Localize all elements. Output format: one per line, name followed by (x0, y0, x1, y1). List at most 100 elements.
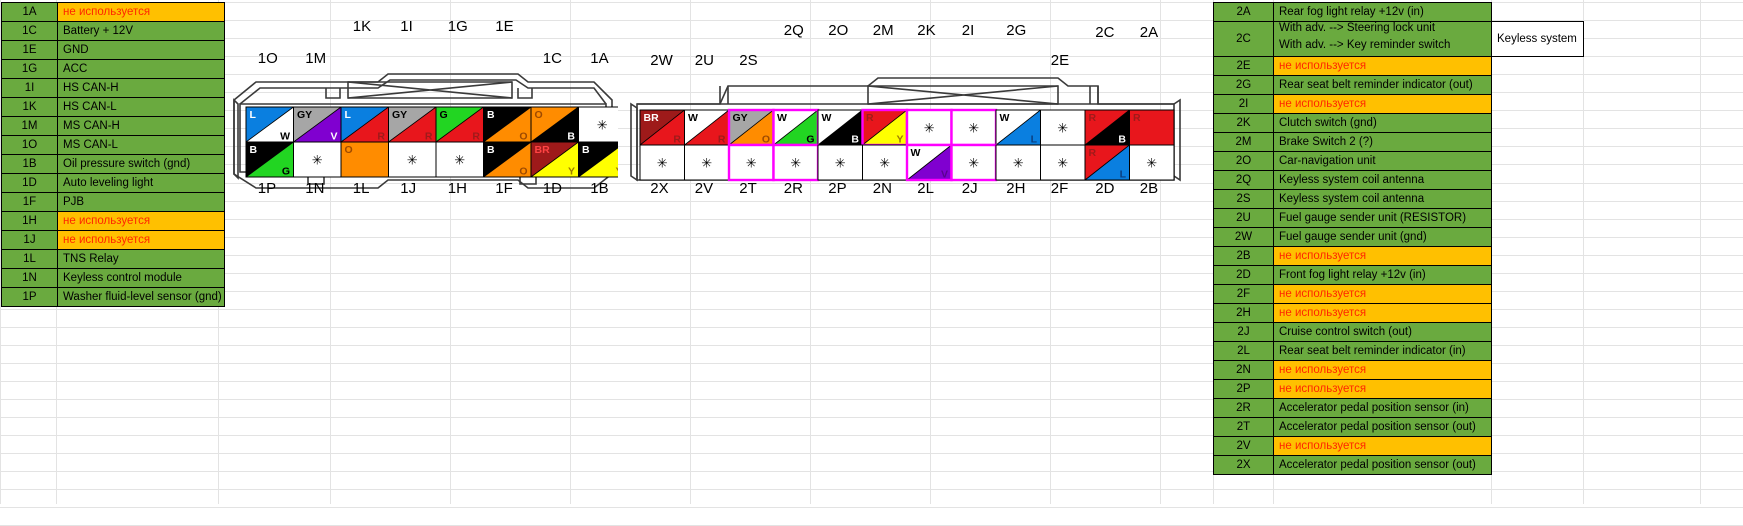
connector-bottom-pin-label: 2F (1050, 180, 1069, 197)
pin-description-cell: Cruise control switch (out) (1273, 322, 1492, 342)
pin-wire-main-code: R (1089, 147, 1097, 159)
pin-description-cell: HS CAN-L (57, 97, 225, 117)
table-row: 2N не используется (1213, 360, 1584, 380)
pin-unused-cell: не используется (1273, 246, 1492, 266)
connector-bottom-pin-label: 1H (447, 180, 467, 197)
pin-mark-asterisk: ✳ (597, 118, 608, 133)
pin-cell-1K: LR (340, 106, 389, 143)
pin-mark-asterisk: ✳ (701, 156, 712, 171)
pin-code-cell: 2J (1213, 322, 1274, 342)
pin-wire-secondary-code: V (941, 169, 948, 181)
pin-cell-2S: GY O (727, 108, 775, 147)
table-row: 2F не используется (1213, 284, 1584, 304)
pin-cell-1E: BO (483, 106, 532, 143)
pin-cell-1P: BG (245, 141, 294, 178)
connector-bottom-pin-label: 2T (739, 180, 757, 197)
table-row: 2E не используется (1213, 56, 1584, 76)
pin-code-cell: 2T (1213, 417, 1274, 437)
connector-top-pin-label: 2C (1095, 24, 1115, 41)
pin-cell-2E: ✳ (1040, 109, 1086, 146)
table-row: 1G ACC (1, 59, 225, 79)
pin-code-cell: 1A (1, 2, 58, 22)
pin-unused-cell: не используется (1273, 303, 1492, 323)
left-pin-table: 1A не используется 1C Battery + 12V 1E GND 1G A… (1, 2, 225, 307)
connector-bottom-pin-label: 2L (917, 180, 934, 197)
pin-mark-asterisk: ✳ (1057, 121, 1068, 136)
table-row: 2R Accelerator pedal position sensor (in) (1213, 398, 1584, 418)
pin-wire-secondary-code: G (806, 134, 814, 146)
pin-code-cell: 2F (1213, 284, 1274, 304)
pin-mark-asterisk: ✳ (879, 156, 890, 171)
pin-code-cell: 1H (1, 211, 58, 231)
pin-cell-2R: ✳ (772, 143, 820, 182)
pin-mark-asterisk: ✳ (657, 156, 668, 171)
pin-wire-main-code: GY (392, 109, 407, 121)
pin-wire-main-code: R (1089, 112, 1097, 124)
table-row: 2J Cruise control switch (out) (1213, 322, 1584, 342)
pin-code-cell: 2B (1213, 246, 1274, 266)
pin-wire-secondary-code: B (851, 134, 859, 146)
table-row: 1E GND (1, 40, 225, 60)
table-row: 2D Front fog light relay +12v (in) (1213, 265, 1584, 285)
pin-cell-1A: ✳ (578, 106, 618, 143)
pin-wire-main-code: W (1000, 112, 1010, 124)
pin-description-cell: Rear seat belt reminder indicator (out) (1273, 75, 1492, 95)
table-row: 2P не используется (1213, 379, 1584, 399)
pin-unused-cell: не используется (1273, 436, 1492, 456)
connector-top-pin-label: 1I (400, 18, 413, 35)
pin-cell-2V: ✳ (684, 144, 730, 181)
pin-code-cell: 2O (1213, 151, 1274, 171)
pin-unused-cell: не используется (57, 2, 225, 22)
pin-wire-secondary-code: R (472, 131, 480, 143)
pin-code-cell: 1N (1, 268, 58, 288)
table-row: 1M MS CAN-H (1, 116, 225, 136)
table-row: 2X Accelerator pedal position sensor (out… (1213, 455, 1584, 475)
pin-code-cell: 2E (1213, 56, 1274, 76)
pin-cell-2D: RL (1084, 144, 1130, 181)
table-row: 1A не используется (1, 2, 225, 22)
connector-bottom-pin-label: 2B (1139, 180, 1159, 197)
table-row: 2S Keyless system coil antenna (1213, 189, 1584, 209)
pin-cell-2N: ✳ (862, 144, 908, 181)
pin-wire-secondary-code: Y (896, 134, 903, 146)
pin-code-cell: 2H (1213, 303, 1274, 323)
right-pin-table-body: 2A Rear fog light relay +12v (in) 2C With a… (1213, 2, 1584, 475)
pin-cell-2B: ✳ (1129, 144, 1175, 181)
pin-wire-main-code: L (345, 109, 352, 121)
pin-cell-2I: ✳ (950, 108, 998, 147)
pin-description-cell: Accelerator pedal position sensor (out) (1273, 417, 1492, 437)
pin-description-cell: Keyless system coil antenna (1273, 170, 1492, 190)
pin-wire-secondary-code: R (673, 134, 681, 146)
pin-code-cell: 2R (1213, 398, 1274, 418)
pin-code-cell: 2S (1213, 189, 1274, 209)
pin-description-cell: ACC (57, 59, 225, 79)
pin-unused-cell: не используется (57, 211, 225, 231)
connector-top-pin-label: 2A (1139, 24, 1159, 41)
connector-top-pin-label: 2O (828, 22, 849, 39)
pin-unused-cell: не используется (1273, 360, 1492, 380)
connector-bottom-pin-label: 1F (495, 180, 513, 197)
pin-wire-secondary-code: B (1118, 134, 1126, 146)
pin-cell-2T: ✳ (727, 143, 775, 182)
pin-cell-2K: ✳ (905, 108, 953, 147)
pin-code-cell: 2P (1213, 379, 1274, 399)
pin-description-cell: Accelerator pedal position sensor (in) (1273, 398, 1492, 418)
pin-cell-1D: BR Y (530, 141, 579, 178)
pin-description-cell: GND (57, 40, 225, 60)
pin-unused-cell: не используется (1273, 56, 1492, 76)
pin-cell-2U: WR (684, 109, 730, 146)
pin-wire-secondary-code: R (425, 131, 433, 143)
connector-top-pin-label: 2M (872, 22, 894, 39)
pin-cell-2Q: WG (772, 108, 820, 147)
pin-code-cell: 2X (1213, 455, 1274, 475)
pin-mark-asterisk: ✳ (1146, 156, 1157, 171)
pin-cell-2O: WB (817, 109, 863, 146)
pin-description-cell: TNS Relay (57, 249, 225, 269)
connector-top-pin-label: 1C (542, 50, 562, 67)
pin-mark-asterisk: ✳ (835, 156, 846, 171)
connector-bottom-pin-label: 2J (961, 180, 978, 197)
pin-code-cell: 1K (1, 97, 58, 117)
grid-col-line (1700, 0, 1701, 504)
pin-description-cell: Rear fog light relay +12v (in) (1273, 2, 1492, 22)
pin-cell-2J: ✳ (950, 143, 998, 182)
